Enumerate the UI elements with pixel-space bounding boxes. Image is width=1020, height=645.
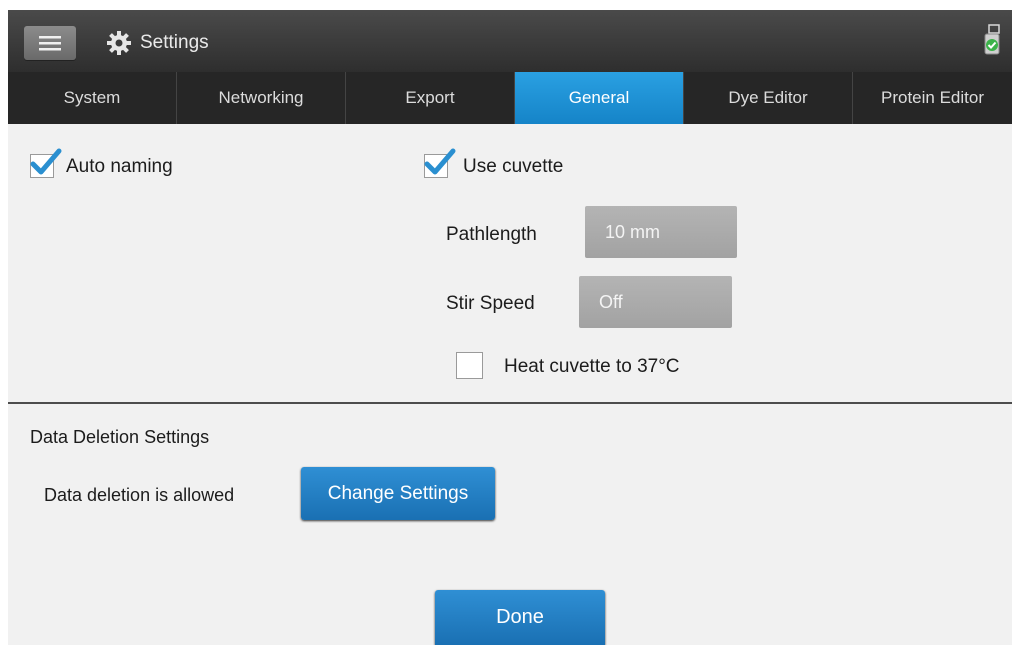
app-title: Settings [140,32,209,53]
settings-window: Settings System Networking Export Genera… [8,10,1012,645]
change-settings-button[interactable]: Change Settings [301,467,495,520]
tab-general[interactable]: General [515,72,684,124]
stir-speed-select[interactable]: Off [579,276,732,328]
heat-cuvette-label: Heat cuvette to 37°C [504,356,680,377]
section-divider [8,402,1012,404]
checkmark-icon [424,148,456,175]
menu-button[interactable] [24,26,76,60]
data-deletion-status: Data deletion is allowed [44,485,235,505]
done-button[interactable]: Done [435,590,605,645]
heat-cuvette-checkbox[interactable] [456,352,483,379]
tab-networking[interactable]: Networking [177,72,346,124]
use-cuvette-label: Use cuvette [463,156,564,177]
auto-naming-checkbox[interactable] [30,148,62,178]
pathlength-select[interactable]: 10 mm [585,206,737,258]
gear-icon [107,31,131,55]
tab-export[interactable]: Export [346,72,515,124]
hamburger-icon [39,36,61,51]
title-bar: Settings [8,10,1012,72]
checkmark-icon [30,148,62,175]
tab-protein-editor[interactable]: Protein Editor [853,72,1012,124]
auto-naming-label: Auto naming [66,156,173,177]
data-deletion-heading: Data Deletion Settings [30,427,210,447]
instrument-status-icon[interactable] [980,24,1004,58]
tab-bar: System Networking Export General Dye Edi… [8,72,1012,124]
stir-speed-label: Stir Speed [446,293,535,314]
pathlength-label: Pathlength [446,224,537,245]
tab-dye-editor[interactable]: Dye Editor [684,72,853,124]
use-cuvette-checkbox[interactable] [424,148,456,178]
tab-system[interactable]: System [8,72,177,124]
